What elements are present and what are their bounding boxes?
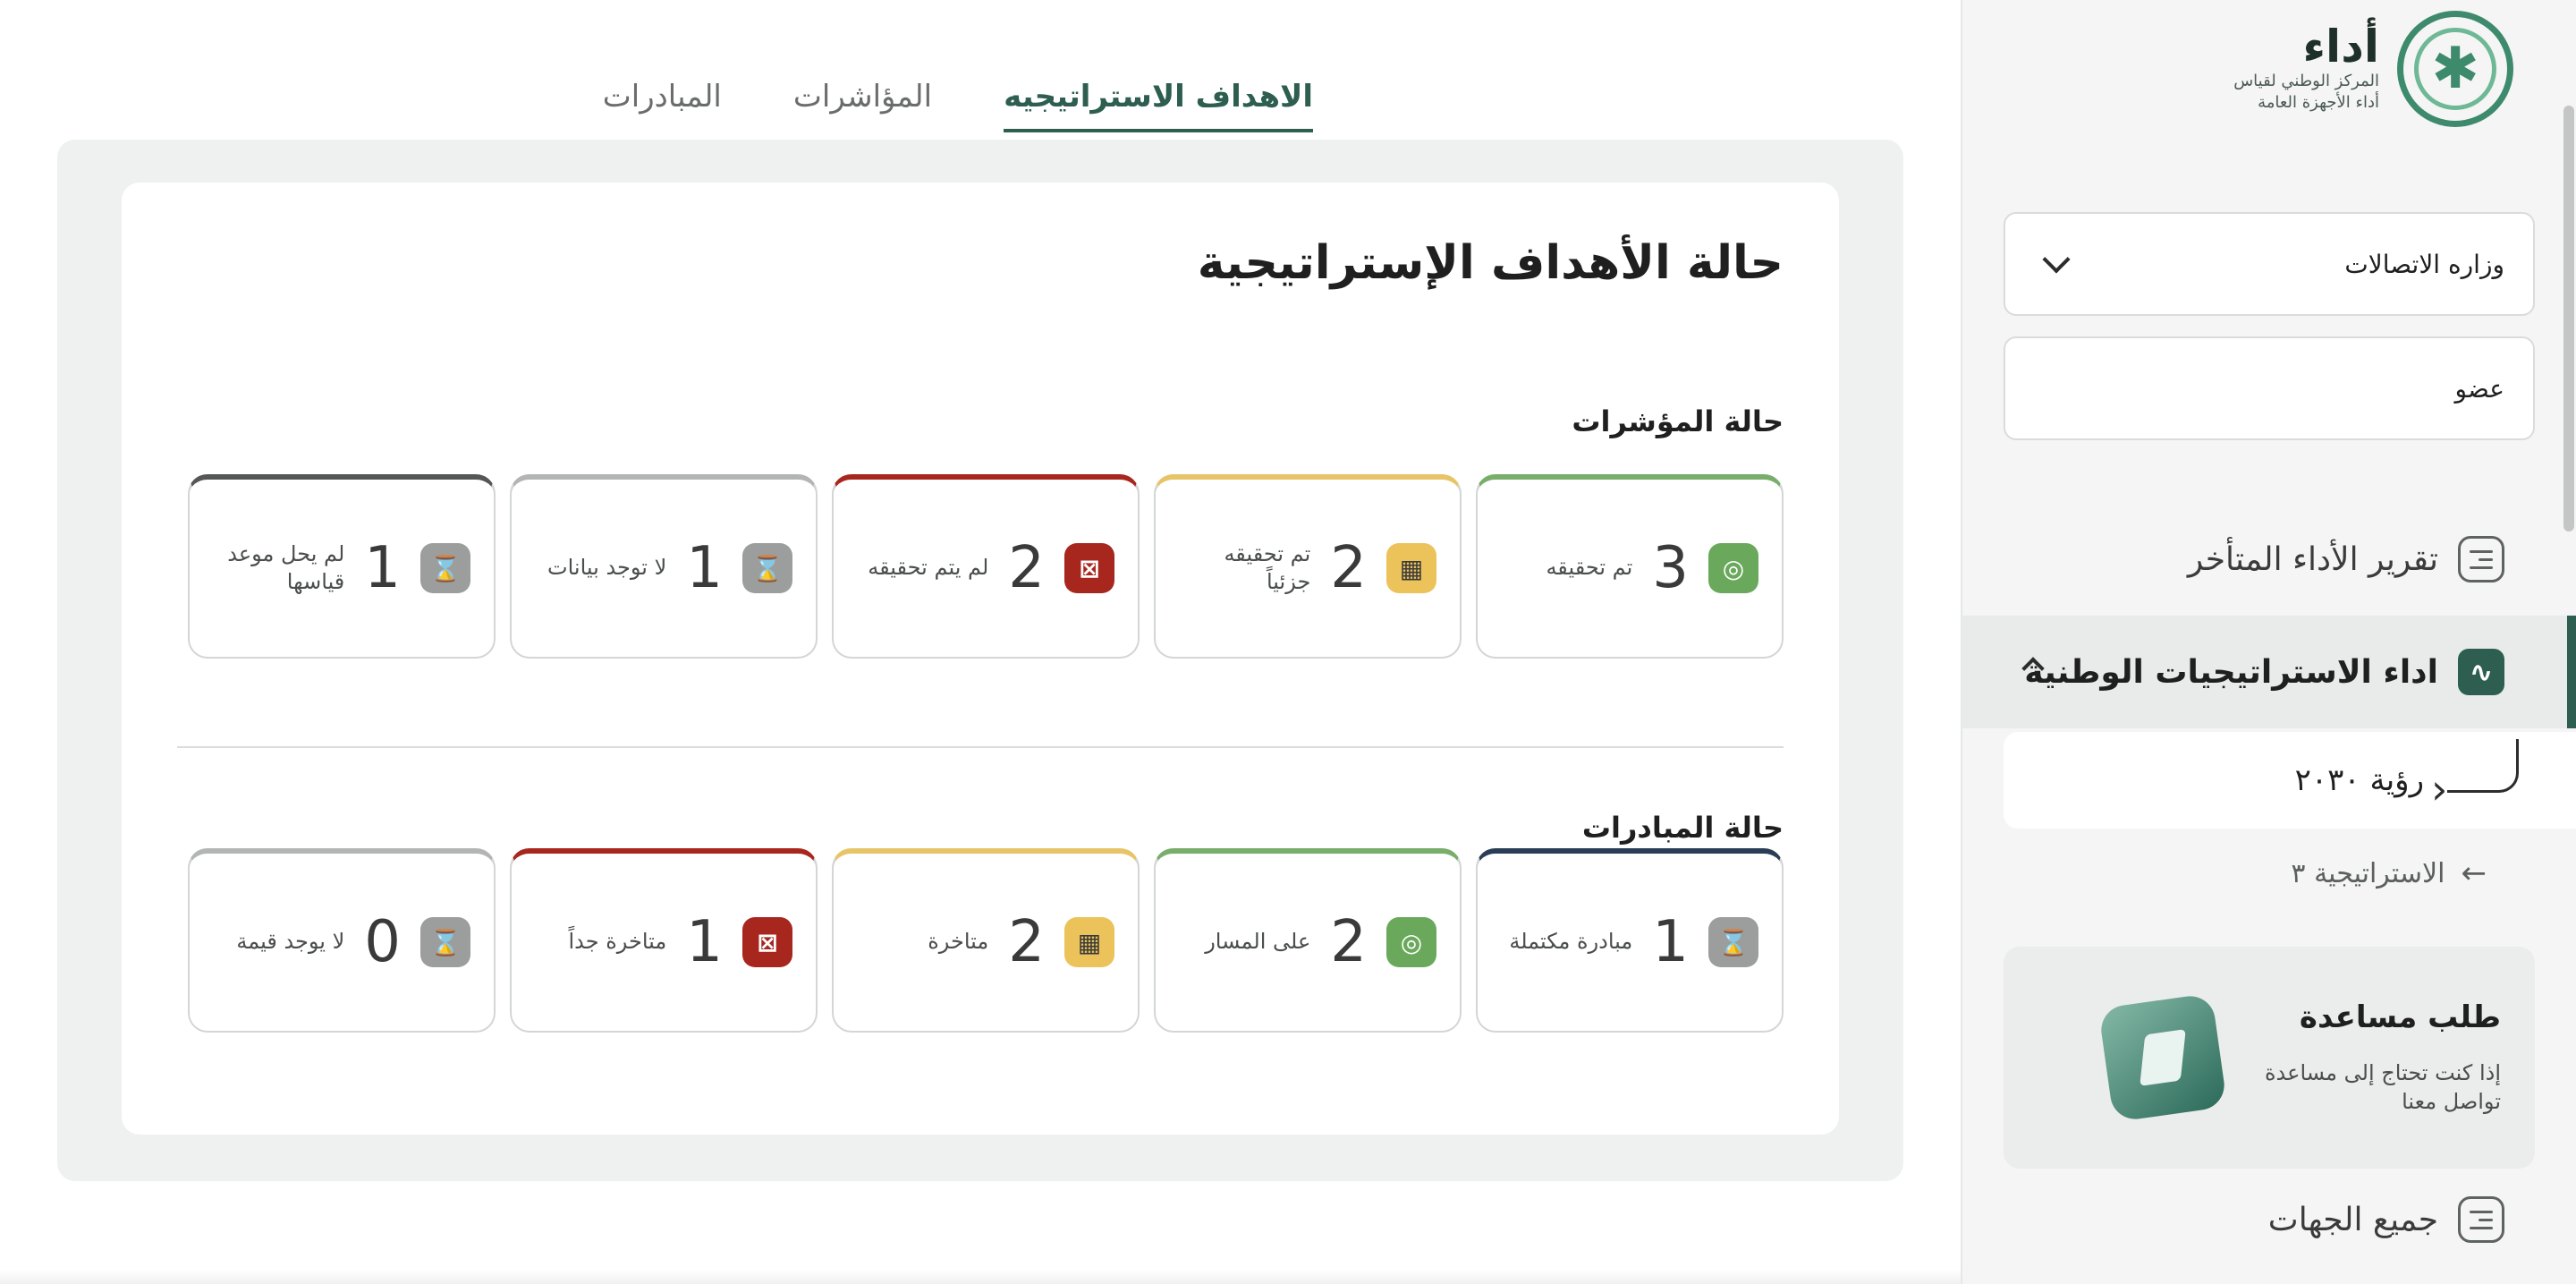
entity-select[interactable]: وزاره الاتصالات	[2004, 212, 2535, 316]
curved-arrow-icon	[2431, 739, 2519, 813]
hourglass-icon: ⌛	[742, 543, 792, 593]
indicator-card-not-achieved[interactable]: ⊠ 2 لم يتم تحقيقه	[832, 474, 1140, 659]
stat-label: على المسار	[1205, 929, 1311, 955]
close-icon: ⊠	[1064, 543, 1114, 593]
close-icon: ⊠	[742, 917, 792, 967]
initiative-card-late[interactable]: ▦ 2 متاخرة	[832, 848, 1140, 1033]
tab-indicators[interactable]: المؤاشرات	[793, 79, 932, 127]
sidebar-item-label: اداء الاستراتيجيات الوطنية	[2024, 653, 2438, 691]
sidebar-scrollbar[interactable]	[2563, 106, 2574, 531]
hourglass-icon: ⌛	[420, 543, 470, 593]
brand-logo[interactable]: ✱ أداء المركز الوطني لقياس أداء الأجهزة …	[2084, 11, 2513, 127]
brand-subtitle-1: المركز الوطني لقياس	[2233, 71, 2379, 90]
initiative-card-completed[interactable]: ⌛ 1 مبادرة مكتملة	[1476, 848, 1784, 1033]
arrow-left-icon: ←	[2461, 855, 2487, 891]
help-line-2: تواصل معنا	[2402, 1089, 2501, 1114]
indicator-card-no-data[interactable]: ⌛ 1 لا توجد بيانات	[510, 474, 818, 659]
chart-line-icon: ∿	[2458, 649, 2504, 695]
barrier-icon: ▦	[1386, 543, 1436, 593]
brand-name: أداء	[2302, 21, 2380, 73]
target-icon: ◎	[1708, 543, 1758, 593]
stat-label: لا توجد بيانات	[547, 555, 667, 581]
help-request-card[interactable]: طلب مساعدة إذا كنت تحتاج إلى مساعدة تواص…	[2004, 947, 2535, 1169]
initiatives-row: ⌛ 1 مبادرة مكتملة ◎ 2 على المسار ▦ 2 متا…	[188, 848, 1784, 1033]
stat-label: تم تحقيقه	[1546, 555, 1633, 581]
stat-value: 1	[686, 909, 723, 975]
stat-value: 2	[1008, 535, 1045, 601]
logo-emblem-icon: ✱	[2397, 11, 2513, 127]
stat-value: 1	[364, 535, 401, 601]
status-card: حالة الأهداف الإستراتيجية حالة المؤشرات …	[122, 183, 1839, 1135]
indicator-card-partial[interactable]: ▦ 2 تم تحقيقه جزئياً	[1154, 474, 1462, 659]
help-text: طلب مساعدة إذا كنت تحتاج إلى مساعدة تواص…	[2265, 999, 2501, 1117]
entity-select-value: وزاره الاتصالات	[2344, 249, 2504, 279]
stat-label: تم تحقيقه جزئياً	[1224, 540, 1311, 594]
chevron-down-icon	[2042, 245, 2071, 274]
hourglass-icon: ⌛	[420, 917, 470, 967]
stat-value: 1	[686, 535, 723, 601]
stat-value: 3	[1652, 535, 1689, 601]
stat-value: 1	[1652, 909, 1689, 975]
sidebar-item-all-entities[interactable]: جميع الجهات	[1962, 1163, 2576, 1276]
app-page: ✱ أداء المركز الوطني لقياس أداء الأجهزة …	[0, 0, 2576, 1284]
section-divider	[177, 746, 1784, 748]
sidebar-item-label: تقرير الأداء المتأخر	[2187, 540, 2438, 578]
stat-label: متاخرة	[928, 929, 989, 955]
stat-value: 2	[1008, 909, 1045, 975]
target-icon: ◎	[1386, 917, 1436, 967]
sidebar-item-late-report[interactable]: تقرير الأداء المتأخر	[1962, 503, 2576, 616]
logo-text: أداء المركز الوطني لقياس أداء الأجهزة ال…	[2233, 23, 2379, 114]
stat-value: 2	[1330, 909, 1367, 975]
role-select-value: عضو	[2454, 373, 2504, 404]
tab-initiatives[interactable]: المبادرات	[603, 79, 722, 127]
help-line-1: إذا كنت تحتاج إلى مساعدة	[2264, 1059, 2501, 1085]
stat-value: 2	[1330, 535, 1367, 601]
brand-subtitle-2: أداء الأجهزة العامة	[2258, 93, 2379, 113]
indicator-card-achieved[interactable]: ◎ 3 تم تحقيقه	[1476, 474, 1784, 659]
stat-label: لم يحل موعد قياسها	[227, 540, 345, 594]
stat-label: لا يوجد قيمة	[236, 929, 345, 955]
main-panel: حالة الأهداف الإستراتيجية حالة المؤشرات …	[57, 140, 1903, 1181]
indicators-row: ◎ 3 تم تحقيقه ▦ 2 تم تحقيقه جزئياً ⊠ 2 ل…	[188, 474, 1784, 659]
indicator-card-not-due[interactable]: ⌛ 1 لم يحل موعد قياسها	[188, 474, 496, 659]
tabs: الاهداف الاستراتيجيه المؤاشرات المبادرات	[603, 79, 1313, 132]
sidebar-subitem-vision[interactable]: رؤية ٢٠٣٠	[2004, 732, 2576, 829]
sidebar-item-national-strategies[interactable]: ∿ اداء الاستراتيجيات الوطنية	[1962, 616, 2576, 728]
initiative-card-on-track[interactable]: ◎ 2 على المسار	[1154, 848, 1462, 1033]
sidebar-item-label: جميع الجهات	[2267, 1201, 2438, 1238]
initiative-card-very-late[interactable]: ⊠ 1 متاخرة جداً	[510, 848, 818, 1033]
support-icon	[2097, 992, 2228, 1123]
sidebar-subitem-label: الاستراتيجية ٣	[2291, 857, 2445, 889]
stat-label: متاخرة جداً	[568, 929, 667, 955]
role-select[interactable]: عضو	[2004, 336, 2535, 440]
hourglass-icon: ⌛	[1708, 917, 1758, 967]
tab-strategic-goals[interactable]: الاهداف الاستراتيجيه	[1004, 79, 1313, 132]
help-title: طلب مساعدة	[2299, 999, 2501, 1035]
initiatives-section-title: حالة المبادرات	[1581, 811, 1784, 845]
list-icon	[2458, 536, 2504, 582]
sidebar: ✱ أداء المركز الوطني لقياس أداء الأجهزة …	[1961, 0, 2576, 1284]
indicators-section-title: حالة المؤشرات	[1572, 404, 1784, 438]
sidebar-subitem-label: رؤية ٢٠٣٠	[2294, 762, 2424, 798]
list-icon	[2458, 1196, 2504, 1243]
stat-label: لم يتم تحقيقه	[868, 555, 989, 581]
sidebar-subitem-strategy[interactable]: ← الاستراتيجية ٣	[2291, 855, 2487, 891]
bottom-shadow	[0, 1270, 1961, 1284]
page-title: حالة الأهداف الإستراتيجية	[1197, 236, 1784, 290]
initiative-card-no-value[interactable]: ⌛ 0 لا يوجد قيمة	[188, 848, 496, 1033]
stat-value: 0	[364, 909, 401, 975]
stat-label: مبادرة مكتملة	[1509, 929, 1633, 955]
barrier-icon: ▦	[1064, 917, 1114, 967]
